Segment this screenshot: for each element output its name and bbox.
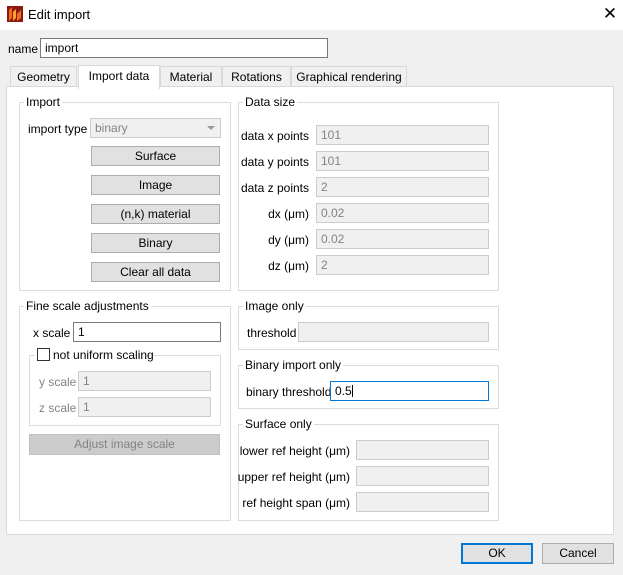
threshold-label: threshold <box>247 326 297 340</box>
tab-geometry[interactable]: Geometry <box>10 66 77 88</box>
image-button[interactable]: Image <box>91 175 220 195</box>
lower-ref-height-label: lower ref height (μm) <box>239 444 350 458</box>
z-scale-field: 1 <box>78 397 211 417</box>
data-x-points-label: data x points <box>240 129 309 143</box>
y-scale-field: 1 <box>78 371 211 391</box>
dy-field: 0.02 <box>316 229 489 249</box>
tab-graphical-rendering[interactable]: Graphical rendering <box>291 66 407 88</box>
tab-material[interactable]: Material <box>160 66 222 88</box>
not-uniform-checkbox[interactable] <box>37 348 50 361</box>
binary-button[interactable]: Binary <box>91 233 220 253</box>
import-group-title: Import <box>24 95 63 109</box>
image-only-title: Image only <box>243 299 306 313</box>
surface-button[interactable]: Surface <box>91 146 220 166</box>
fine-scale-title: Fine scale adjustments <box>24 299 151 313</box>
chevron-down-icon <box>207 126 215 130</box>
ref-height-span-label: ref height span (μm) <box>242 496 350 510</box>
ref-height-span-field <box>356 492 489 512</box>
not-uniform-label: not uniform scaling <box>53 348 154 362</box>
binary-threshold-label: binary threshold <box>246 385 332 399</box>
threshold-field <box>298 322 489 342</box>
ok-button[interactable]: OK <box>461 543 533 564</box>
dz-field: 2 <box>316 255 489 275</box>
adjust-image-scale-button[interactable]: Adjust image scale <box>29 434 220 455</box>
binary-threshold-input[interactable]: 0.5 <box>330 381 489 401</box>
dy-label: dy (μm) <box>268 233 309 247</box>
dx-label: dx (μm) <box>268 207 309 221</box>
binary-threshold-value: 0.5 <box>335 384 352 398</box>
data-size-title: Data size <box>243 95 298 109</box>
tab-import-data[interactable]: Import data <box>78 65 160 89</box>
clear-all-data-button[interactable]: Clear all data <box>91 262 220 282</box>
import-type-value: binary <box>95 121 128 135</box>
tab-rotations[interactable]: Rotations <box>222 66 291 88</box>
data-z-points-label: data z points <box>240 181 309 195</box>
cancel-button[interactable]: Cancel <box>542 543 614 564</box>
dx-field: 0.02 <box>316 203 489 223</box>
z-scale-label: z scale <box>39 401 77 415</box>
title-bar <box>0 0 623 30</box>
x-scale-label: x scale <box>33 326 71 340</box>
close-icon[interactable]: ✕ <box>599 3 621 25</box>
data-x-points-field: 101 <box>316 125 489 145</box>
data-y-points-label: data y points <box>240 155 309 169</box>
window-title: Edit import <box>28 7 91 22</box>
name-label: name <box>8 42 39 56</box>
import-type-label: import type <box>28 122 88 136</box>
lower-ref-height-field <box>356 440 489 460</box>
import-type-select[interactable]: binary <box>90 118 221 138</box>
x-scale-input[interactable]: 1 <box>73 322 221 342</box>
text-caret <box>351 385 353 397</box>
lumerical-app-icon <box>7 6 23 22</box>
upper-ref-height-field <box>356 466 489 486</box>
surface-only-title: Surface only <box>243 417 314 431</box>
y-scale-label: y scale <box>39 375 77 389</box>
dz-label: dz (μm) <box>268 259 309 273</box>
data-y-points-field: 101 <box>316 151 489 171</box>
binary-only-title: Binary import only <box>243 358 344 372</box>
data-z-points-field: 2 <box>316 177 489 197</box>
upper-ref-height-label: upper ref height (μm) <box>237 470 350 484</box>
nk-material-button[interactable]: (n,k) material <box>91 204 220 224</box>
name-input[interactable]: import <box>40 38 328 58</box>
